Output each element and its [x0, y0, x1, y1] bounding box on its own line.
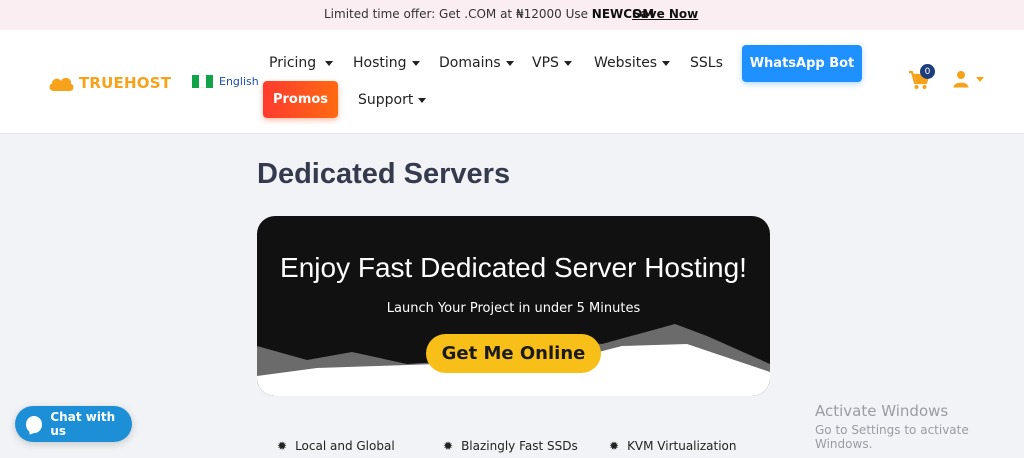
nav-ssls[interactable]: SSLs [690, 55, 723, 71]
promo-message: Limited time offer: Get .COM at ₦12000 U… [324, 7, 592, 21]
nav-hosting[interactable]: Hosting [353, 55, 420, 71]
watermark-subtitle: Go to Settings to activate Windows. [815, 423, 969, 451]
gear-icon: ✹ [277, 439, 288, 453]
feature-label: KVM Virtualization [627, 439, 737, 453]
logo-text: TRUEHOST [79, 74, 172, 92]
promos-button[interactable]: Promos [263, 81, 338, 118]
gear-icon: ✹ [609, 439, 620, 453]
chat-label: Chat with us [50, 410, 116, 438]
nav-support[interactable]: Support [358, 92, 427, 108]
chevron-down-icon [505, 60, 514, 66]
logo[interactable]: TRUEHOST [47, 71, 171, 95]
promo-text: Limited time offer: Get .COM at ₦12000 U… [324, 7, 654, 21]
activate-windows-watermark: Activate Windows Go to Settings to activ… [815, 402, 1024, 451]
chevron-down-icon [411, 60, 420, 66]
language-selector[interactable]: English [192, 75, 259, 88]
site-header: TRUEHOST English Pricing Hosting Domains… [0, 30, 1024, 134]
chat-with-us-button[interactable]: Chat with us [15, 406, 132, 442]
chevron-down-icon [418, 97, 427, 103]
feature-item: ✹ Local and Global [277, 439, 395, 453]
nav-websites-label: Websites [594, 55, 658, 71]
feature-item: ✹ KVM Virtualization [609, 439, 737, 453]
chevron-down-icon [662, 60, 671, 66]
cart-button[interactable]: 0 [908, 64, 935, 92]
hero-subtitle: Launch Your Project in under 5 Minutes [386, 301, 641, 316]
nav-support-label: Support [358, 92, 414, 108]
gear-icon: ✹ [443, 439, 454, 453]
feature-item: ✹ Blazingly Fast SSDs [443, 439, 578, 453]
chevron-down-icon [976, 76, 984, 82]
nav-vps-label: VPS [532, 55, 559, 71]
nav-pricing-label: Pricing [269, 55, 317, 71]
chevron-down-icon [325, 60, 334, 66]
language-label: English [219, 75, 259, 88]
get-me-online-button[interactable]: Get Me Online [426, 334, 601, 373]
feature-label: Blazingly Fast SSDs [461, 439, 578, 453]
user-icon [953, 71, 969, 88]
feature-label: Local and Global [295, 439, 395, 453]
cloud-logo-icon [49, 77, 74, 91]
chevron-down-icon [563, 60, 572, 66]
nigeria-flag-icon [192, 75, 213, 88]
nav-domains-label: Domains [439, 55, 501, 71]
hero-banner: Enjoy Fast Dedicated Server Hosting! Lau… [257, 216, 770, 396]
cart-count-badge: 0 [920, 64, 935, 79]
watermark-title: Activate Windows [815, 402, 949, 420]
nav-hosting-label: Hosting [353, 55, 407, 71]
user-menu[interactable] [953, 70, 984, 88]
chat-bubble-icon [26, 415, 43, 433]
nav-vps[interactable]: VPS [532, 55, 572, 71]
promo-bar: Limited time offer: Get .COM at ₦12000 U… [0, 0, 1024, 30]
nav-ssls-label: SSLs [690, 55, 723, 71]
nav-websites[interactable]: Websites [594, 55, 671, 71]
hero-title: Enjoy Fast Dedicated Server Hosting! [280, 252, 747, 283]
nav-pricing[interactable]: Pricing [269, 55, 334, 71]
page-title: Dedicated Servers [257, 158, 511, 190]
save-now-link[interactable]: Save Now [632, 7, 698, 21]
nav-domains[interactable]: Domains [439, 55, 514, 71]
whatsapp-bot-button[interactable]: WhatsApp Bot [742, 45, 862, 82]
